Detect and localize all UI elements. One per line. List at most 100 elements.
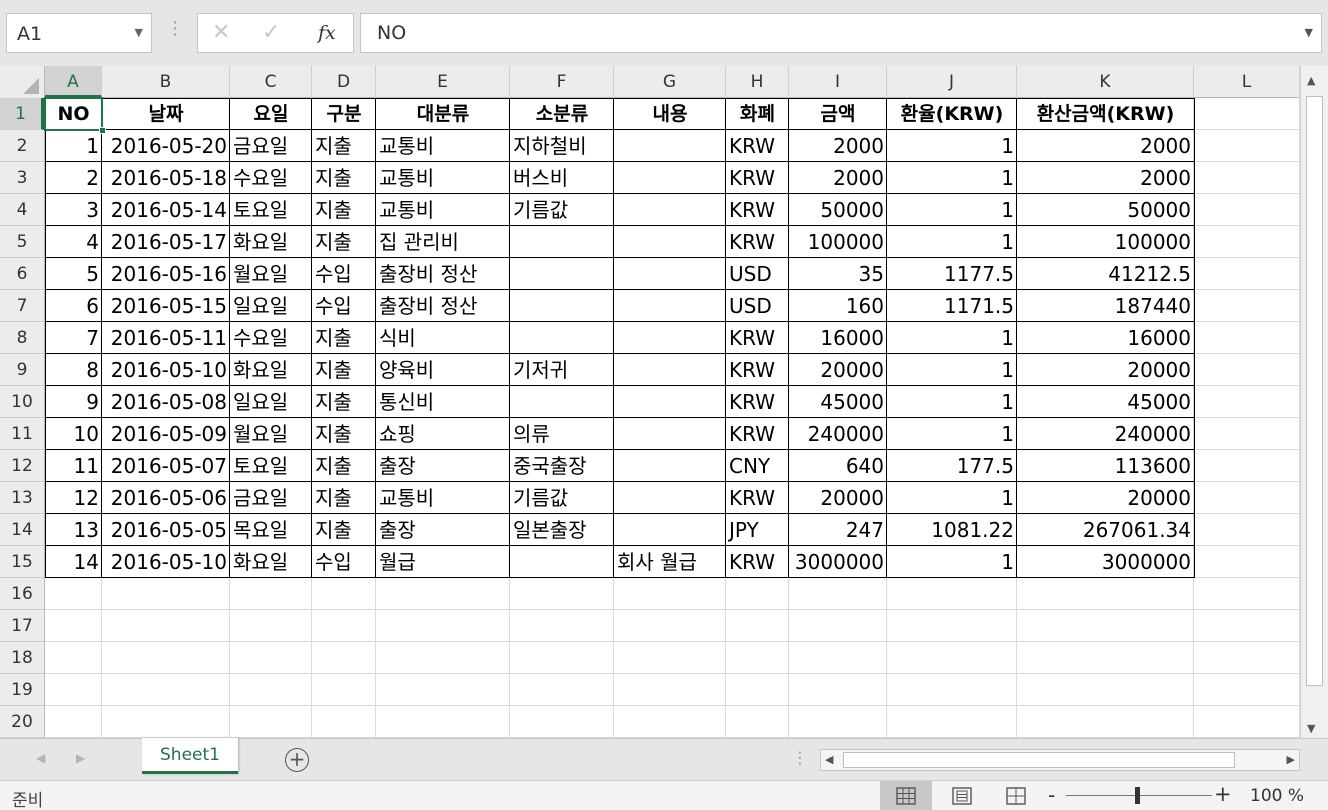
column-header-h[interactable]: H [726, 66, 789, 98]
cell-h5[interactable]: KRW [726, 226, 789, 258]
cell-j3[interactable]: 1 [887, 162, 1017, 194]
cell-a8[interactable]: 7 [45, 322, 102, 354]
cell-b14[interactable]: 2016-05-05 [102, 514, 230, 546]
cell-b12[interactable]: 2016-05-07 [102, 450, 230, 482]
column-header-e[interactable]: E [376, 66, 510, 98]
row-header-13[interactable]: 13 [0, 482, 44, 514]
cell-i15[interactable]: 3000000 [789, 546, 887, 578]
sheet-tab[interactable]: Sheet1 [142, 738, 238, 774]
page-layout-icon[interactable] [952, 787, 972, 805]
cell-k15[interactable]: 3000000 [1017, 546, 1194, 578]
select-all-triangle-icon[interactable] [23, 78, 39, 94]
cell-i7[interactable]: 160 [789, 290, 887, 322]
cell-d1[interactable]: 구분 [312, 98, 376, 130]
cell-k12[interactable]: 113600 [1017, 450, 1194, 482]
vertical-scroll-thumb[interactable] [1306, 96, 1323, 686]
cell-h7[interactable]: USD [726, 290, 789, 322]
cell-c10[interactable]: 일요일 [230, 386, 312, 418]
name-box-value[interactable]: A1 [17, 23, 42, 45]
cell-e1[interactable]: 대분류 [376, 98, 510, 130]
cell-f3[interactable]: 버스비 [510, 162, 614, 194]
cell-c7[interactable]: 일요일 [230, 290, 312, 322]
cell-j2[interactable]: 1 [887, 130, 1017, 162]
cell-c6[interactable]: 월요일 [230, 258, 312, 290]
cell-b8[interactable]: 2016-05-11 [102, 322, 230, 354]
chevron-down-icon[interactable]: ▼ [135, 26, 143, 39]
cell-d8[interactable]: 지출 [312, 322, 376, 354]
column-header-k[interactable]: K [1017, 66, 1194, 98]
cell-i14[interactable]: 247 [789, 514, 887, 546]
cell-f11[interactable]: 의류 [510, 418, 614, 450]
cell-f13[interactable]: 기름값 [510, 482, 614, 514]
row-header-18[interactable]: 18 [0, 642, 44, 674]
cell-j9[interactable]: 1 [887, 354, 1017, 386]
formula-input[interactable]: NO ▼ [360, 13, 1322, 53]
cell-g1[interactable]: 내용 [614, 98, 726, 130]
cell-j13[interactable]: 1 [887, 482, 1017, 514]
cell-k1[interactable]: 환산금액(KRW) [1017, 98, 1194, 130]
row-header-19[interactable]: 19 [0, 674, 44, 706]
cell-h3[interactable]: KRW [726, 162, 789, 194]
vertical-scrollbar[interactable]: ▲ ▼ [1300, 66, 1328, 742]
column-header-a[interactable]: A [45, 66, 102, 98]
row-header-20[interactable]: 20 [0, 706, 44, 738]
cell-f1[interactable]: 소분류 [510, 98, 614, 130]
cell-d9[interactable]: 지출 [312, 354, 376, 386]
column-header-b[interactable]: B [102, 66, 230, 98]
cell-e15[interactable]: 월급 [376, 546, 510, 578]
fill-handle[interactable] [99, 127, 106, 134]
cell-c12[interactable]: 토요일 [230, 450, 312, 482]
previous-sheet-icon[interactable]: ◀ [36, 751, 45, 765]
row-header-8[interactable]: 8 [0, 322, 44, 354]
cell-e6[interactable]: 출장비 정산 [376, 258, 510, 290]
normal-view-icon[interactable] [896, 787, 916, 805]
cell-k14[interactable]: 267061.34 [1017, 514, 1194, 546]
column-header-g[interactable]: G [614, 66, 726, 98]
row-header-6[interactable]: 6 [0, 258, 44, 290]
cell-d7[interactable]: 수입 [312, 290, 376, 322]
cell-c5[interactable]: 화요일 [230, 226, 312, 258]
column-header-i[interactable]: I [789, 66, 887, 98]
zoom-slider-thumb[interactable] [1135, 787, 1140, 804]
cell-j15[interactable]: 1 [887, 546, 1017, 578]
row-header-7[interactable]: 7 [0, 290, 44, 322]
row-header-2[interactable]: 2 [0, 130, 44, 162]
row-header-15[interactable]: 15 [0, 546, 44, 578]
row-header-1[interactable]: 1 [0, 98, 44, 130]
select-all-button[interactable] [0, 66, 45, 98]
cell-k4[interactable]: 50000 [1017, 194, 1194, 226]
cell-j6[interactable]: 1177.5 [887, 258, 1017, 290]
cell-d4[interactable]: 지출 [312, 194, 376, 226]
cell-c3[interactable]: 수요일 [230, 162, 312, 194]
cell-j8[interactable]: 1 [887, 322, 1017, 354]
cell-i12[interactable]: 640 [789, 450, 887, 482]
cell-i4[interactable]: 50000 [789, 194, 887, 226]
cell-e10[interactable]: 통신비 [376, 386, 510, 418]
cell-h4[interactable]: KRW [726, 194, 789, 226]
cell-c9[interactable]: 화요일 [230, 354, 312, 386]
column-header-j[interactable]: J [887, 66, 1017, 98]
cell-d6[interactable]: 수입 [312, 258, 376, 290]
cell-i3[interactable]: 2000 [789, 162, 887, 194]
cell-j12[interactable]: 177.5 [887, 450, 1017, 482]
cell-b6[interactable]: 2016-05-16 [102, 258, 230, 290]
page-break-icon[interactable] [1006, 787, 1026, 805]
cell-e11[interactable]: 쇼핑 [376, 418, 510, 450]
cell-i11[interactable]: 240000 [789, 418, 887, 450]
row-header-12[interactable]: 12 [0, 450, 44, 482]
cell-k10[interactable]: 45000 [1017, 386, 1194, 418]
cell-h2[interactable]: KRW [726, 130, 789, 162]
cell-j4[interactable]: 1 [887, 194, 1017, 226]
expand-formula-bar-icon[interactable]: ▼ [1305, 26, 1313, 39]
cell-i10[interactable]: 45000 [789, 386, 887, 418]
cell-j5[interactable]: 1 [887, 226, 1017, 258]
cell-j10[interactable]: 1 [887, 386, 1017, 418]
cell-d2[interactable]: 지출 [312, 130, 376, 162]
cell-d11[interactable]: 지출 [312, 418, 376, 450]
cell-h13[interactable]: KRW [726, 482, 789, 514]
cell-b4[interactable]: 2016-05-14 [102, 194, 230, 226]
row-header-4[interactable]: 4 [0, 194, 44, 226]
cell-b13[interactable]: 2016-05-06 [102, 482, 230, 514]
zoom-level[interactable]: 100 % [1250, 786, 1304, 806]
column-header-f[interactable]: F [510, 66, 614, 98]
